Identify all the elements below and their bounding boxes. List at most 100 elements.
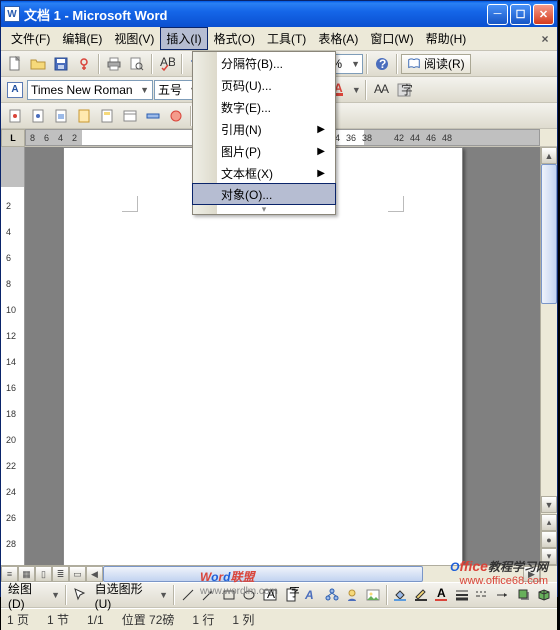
insert-picture-button[interactable] [363, 584, 383, 606]
scroll-right-button[interactable]: ▶ [523, 566, 540, 582]
spelling-button[interactable]: ABC [156, 53, 178, 75]
page-margin-marker [122, 196, 138, 212]
close-button[interactable]: ✕ [533, 4, 554, 25]
svg-text:A: A [437, 587, 446, 600]
maximize-button[interactable]: ☐ [510, 4, 531, 25]
menu-textbox[interactable]: 文本框(X)▶ [193, 162, 335, 184]
toolbar-separator [386, 585, 388, 605]
vruler-tick: 6 [6, 253, 11, 263]
permission-button[interactable] [73, 53, 95, 75]
menu-item-label: 数字(E)... [221, 99, 271, 116]
open-button[interactable] [27, 53, 49, 75]
submenu-arrow-icon: ▶ [317, 146, 325, 157]
3d-button[interactable] [534, 584, 554, 606]
print-button[interactable] [103, 53, 125, 75]
tb-icon-4[interactable] [73, 105, 95, 127]
menu-view[interactable]: 视图(V) [108, 27, 160, 50]
shadow-button[interactable] [514, 584, 534, 606]
horizontal-scrollbar[interactable]: ◀ ▶ [86, 566, 540, 582]
menu-format[interactable]: 格式(O) [208, 27, 261, 50]
outline-view-button[interactable]: ≣ [52, 566, 69, 582]
reading-view-button[interactable]: ▭ [69, 566, 86, 582]
menu-picture[interactable]: 图片(P) ▶ [193, 140, 335, 162]
char-scaling-button[interactable]: AA [370, 79, 392, 101]
line-style-button[interactable] [452, 584, 472, 606]
tb-icon-2[interactable] [27, 105, 49, 127]
scroll-down-button[interactable]: ▼ [541, 496, 557, 513]
dropdown-arrow-icon[interactable]: ▼ [351, 85, 362, 95]
menu-insert[interactable]: 插入(I) [160, 27, 207, 50]
prev-page-button[interactable]: ▴ [541, 514, 557, 531]
menu-break[interactable]: 分隔符(B)... [193, 52, 335, 74]
menu-reference[interactable]: 引用(N)▶ [193, 118, 335, 140]
font-combo[interactable]: Times New Roman▼ [27, 80, 153, 100]
select-objects-button[interactable] [70, 584, 90, 606]
vruler-tick: 10 [6, 305, 16, 315]
font-name: Times New Roman [31, 83, 133, 97]
browse-object-button[interactable]: ● [541, 531, 557, 548]
vruler-tick: 24 [6, 487, 16, 497]
tb-icon-5[interactable] [96, 105, 118, 127]
status-page: 1 页 [7, 611, 29, 628]
tb-icon-6[interactable] [119, 105, 141, 127]
tb-icon-7[interactable] [142, 105, 164, 127]
autoshapes-menu[interactable]: 自选图形(U) [91, 580, 156, 611]
app-window: W 文档 1 - Microsoft Word ─ ☐ ✕ 文件(F) 编辑(E… [0, 0, 558, 597]
menu-page-numbers[interactable]: 页码(U)... [193, 74, 335, 96]
vertical-ruler[interactable]: 2 4 6 8 10 12 14 16 18 20 22 24 26 28 [1, 147, 25, 565]
clipart-button[interactable] [342, 584, 362, 606]
save-button[interactable] [50, 53, 72, 75]
tab-selector[interactable]: L [1, 129, 25, 147]
styles-button[interactable]: A [4, 79, 26, 101]
help-button[interactable]: ? [371, 53, 393, 75]
horizontal-scrollbar-row: ≡ ▦ ▯ ≣ ▭ ◀ ▶ [1, 565, 557, 582]
style-a-icon: A [7, 82, 23, 98]
vruler-tick: 28 [6, 539, 16, 549]
minimize-button[interactable]: ─ [487, 4, 508, 25]
menu-object[interactable]: 对象(O)... [192, 183, 336, 205]
vertical-scrollbar[interactable]: ▲ ▼ ▴ ● ▾ [540, 147, 557, 565]
menu-edit[interactable]: 编辑(E) [56, 27, 108, 50]
menu-help[interactable]: 帮助(H) [420, 27, 473, 50]
hscroll-thumb[interactable] [103, 566, 423, 582]
char-shading-button[interactable]: 字 [393, 79, 415, 101]
arrow-tool-button[interactable] [199, 584, 219, 606]
print-preview-button[interactable] [126, 53, 148, 75]
line-color-button[interactable] [411, 584, 431, 606]
scroll-thumb[interactable] [541, 164, 557, 304]
doc-close-button[interactable]: × [537, 31, 553, 47]
new-doc-button[interactable] [4, 53, 26, 75]
reading-mode-label: 阅读(R) [424, 55, 465, 72]
menu-table[interactable]: 表格(A) [312, 27, 364, 50]
line-tool-button[interactable] [178, 584, 198, 606]
menubar: 文件(F) 编辑(E) 视图(V) 插入(I) 格式(O) 工具(T) 表格(A… [1, 27, 557, 51]
status-line: 1 行 [192, 611, 214, 628]
reading-mode-button[interactable]: 阅读(R) [401, 54, 471, 74]
font-color-button-2[interactable]: A [432, 584, 452, 606]
toolbar-separator [181, 54, 183, 74]
wordart-button[interactable]: A [301, 584, 321, 606]
tb-icon-1[interactable] [4, 105, 26, 127]
diagram-button[interactable] [322, 584, 342, 606]
fill-color-button[interactable] [391, 584, 411, 606]
textbox-tool-button[interactable]: A [260, 584, 280, 606]
dash-style-button[interactable] [473, 584, 493, 606]
menu-file[interactable]: 文件(F) [5, 27, 56, 50]
oval-tool-button[interactable] [240, 584, 260, 606]
menu-window[interactable]: 窗口(W) [364, 27, 419, 50]
scroll-left-button[interactable]: ◀ [86, 566, 103, 582]
rectangle-tool-button[interactable] [219, 584, 239, 606]
tb-icon-8[interactable] [165, 105, 187, 127]
menu-tools[interactable]: 工具(T) [261, 27, 312, 50]
word-app-icon: W [4, 6, 20, 22]
arrow-style-button[interactable] [493, 584, 513, 606]
menu-item-label: 图片(P) [221, 143, 261, 160]
tb-icon-3[interactable] [50, 105, 72, 127]
scroll-up-button[interactable]: ▲ [541, 147, 557, 164]
vruler-tick: 22 [6, 461, 16, 471]
vertical-textbox-button[interactable]: 字 [281, 584, 301, 606]
drawing-toolbar: 绘图(D)▼ 自选图形(U)▼ A 字 A A [1, 582, 557, 608]
next-page-button[interactable]: ▾ [541, 548, 557, 565]
draw-menu[interactable]: 绘图(D) [4, 580, 48, 611]
menu-numbers[interactable]: 数字(E)... [193, 96, 335, 118]
